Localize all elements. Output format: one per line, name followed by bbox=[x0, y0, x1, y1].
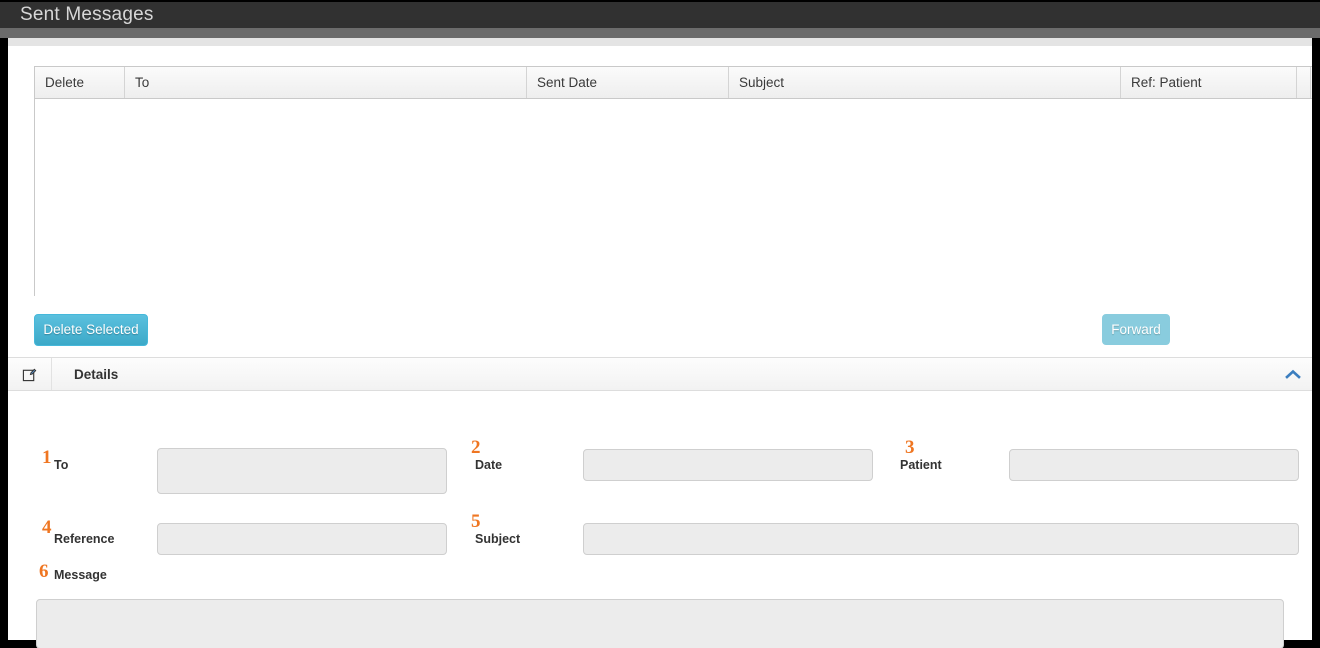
date-field[interactable] bbox=[583, 449, 873, 481]
details-panel-header[interactable]: Details bbox=[8, 357, 1312, 391]
window-titlebar: Sent Messages bbox=[0, 2, 1320, 28]
details-panel-title: Details bbox=[74, 366, 119, 382]
application-window: Sent Messages Delete To Sent Date Subjec… bbox=[0, 0, 1320, 648]
grid-column-to[interactable]: To bbox=[125, 67, 527, 98]
chevron-up-icon[interactable] bbox=[1284, 365, 1302, 383]
field-label-subject: Subject bbox=[475, 532, 521, 546]
field-label-message: Message bbox=[54, 568, 107, 582]
field-label-date: Date bbox=[475, 458, 503, 472]
titlebar-accent-strip bbox=[0, 28, 1320, 38]
message-field[interactable] bbox=[36, 599, 1284, 648]
to-field[interactable] bbox=[157, 448, 447, 494]
annotation-marker-3: 3 bbox=[905, 437, 915, 458]
patient-field[interactable] bbox=[1009, 449, 1299, 481]
annotation-marker-6: 6 bbox=[39, 561, 49, 582]
page-title: Sent Messages bbox=[20, 4, 154, 25]
field-label-patient: Patient bbox=[900, 458, 942, 472]
grid-column-sent-date[interactable]: Sent Date bbox=[527, 67, 729, 98]
edit-pencil-square-icon[interactable] bbox=[8, 358, 52, 390]
grid-body-empty bbox=[35, 99, 1312, 296]
field-label-reference: Reference bbox=[54, 532, 115, 546]
annotation-marker-2: 2 bbox=[471, 437, 481, 458]
field-label-to: To bbox=[54, 458, 69, 472]
toolbar-spacer-strip bbox=[8, 38, 1312, 46]
grid-column-delete[interactable]: Delete bbox=[35, 67, 125, 98]
forward-button[interactable]: Forward bbox=[1102, 314, 1170, 345]
reference-field[interactable] bbox=[157, 523, 447, 555]
subject-field[interactable] bbox=[583, 523, 1299, 555]
delete-selected-button[interactable]: Delete Selected bbox=[34, 314, 148, 346]
grid-column-ref-patient[interactable]: Ref: Patient bbox=[1121, 67, 1297, 98]
grid-column-subject[interactable]: Subject bbox=[729, 67, 1121, 98]
page-content: Delete To Sent Date Subject Ref: Patient… bbox=[8, 46, 1312, 648]
annotation-marker-5: 5 bbox=[471, 511, 481, 532]
grid-column-spacer bbox=[1297, 67, 1311, 98]
annotation-marker-1: 1 bbox=[42, 447, 52, 468]
sent-messages-grid: Delete To Sent Date Subject Ref: Patient bbox=[34, 66, 1312, 296]
details-form: 1 To 2 Date 3 Patient 4 Reference 5 Subj… bbox=[8, 391, 1312, 648]
annotation-marker-4: 4 bbox=[42, 517, 52, 538]
grid-header-row: Delete To Sent Date Subject Ref: Patient bbox=[35, 67, 1312, 99]
